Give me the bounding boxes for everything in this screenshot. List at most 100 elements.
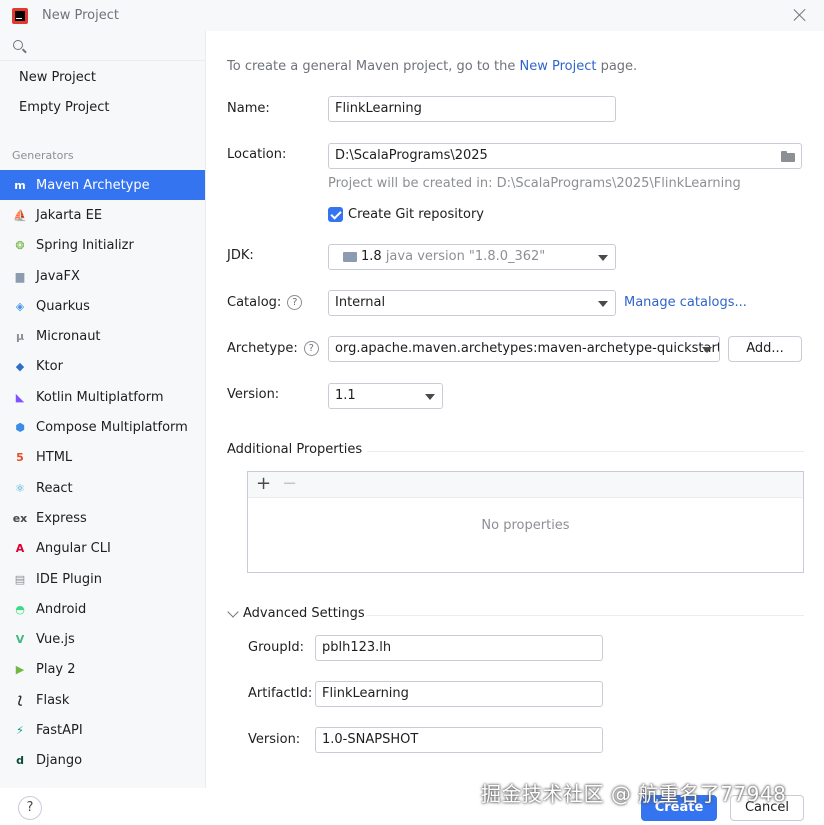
sidebar-item-express[interactable]: ex Express bbox=[0, 503, 205, 533]
sidebar-item-fastapi[interactable]: ⚡ FastAPI bbox=[0, 715, 205, 745]
artifactid-label: ArtifactId: bbox=[248, 686, 313, 701]
jdk-label: JDK: bbox=[227, 248, 254, 263]
sidebar-item-angular-cli[interactable]: A Angular CLI bbox=[0, 534, 205, 564]
chevron-down-icon bbox=[598, 301, 608, 307]
generator-label: Angular CLI bbox=[36, 541, 111, 557]
intro-text: To create a general Maven project, go to… bbox=[227, 59, 637, 74]
generator-label: Android bbox=[36, 601, 87, 617]
sidebar-item-play-2[interactable]: ▶ Play 2 bbox=[0, 655, 205, 685]
archetype-select[interactable]: org.apache.maven.archetypes:maven-archet… bbox=[328, 336, 720, 362]
git-checkbox[interactable] bbox=[328, 207, 343, 222]
divider bbox=[367, 615, 804, 616]
generator-label: Express bbox=[36, 510, 87, 526]
new-project-link[interactable]: New Project bbox=[519, 59, 596, 74]
folder-icon[interactable] bbox=[781, 151, 795, 162]
help-icon[interactable]: ? bbox=[303, 341, 319, 356]
adv-version-field[interactable]: 1.0-SNAPSHOT bbox=[315, 727, 603, 753]
sidebar-item-django[interactable]: d Django bbox=[0, 746, 205, 776]
sidebar-item-quarkus[interactable]: ◈ Quarkus bbox=[0, 291, 205, 321]
sidebar-item-micronaut[interactable]: μ Micronaut bbox=[0, 321, 205, 351]
maven-icon: m bbox=[14, 178, 26, 192]
sidebar-item-spring-initializr[interactable]: ❂ Spring Initializr bbox=[0, 231, 205, 261]
intro-suffix: page. bbox=[596, 59, 638, 74]
play-icon: ▶ bbox=[15, 663, 25, 677]
sidebar-item-compose-multiplatform[interactable]: ⬢ Compose Multiplatform bbox=[0, 412, 205, 442]
jdk-select[interactable]: 1.8 java version "1.8.0_362" bbox=[328, 244, 616, 270]
search-icon bbox=[13, 40, 23, 50]
no-properties-text: No properties bbox=[481, 518, 570, 533]
help-icon[interactable]: ? bbox=[287, 295, 303, 310]
location-value: D:\ScalaPrograms\2025 bbox=[335, 148, 488, 163]
sidebar-item-html[interactable]: 5 HTML bbox=[0, 443, 205, 473]
catalog-select[interactable]: Internal bbox=[328, 290, 616, 316]
name-label: Name: bbox=[227, 101, 270, 116]
watermark: 掘金技术社区 @ 航重名了77948 bbox=[481, 782, 787, 806]
generator-label: Vue.js bbox=[36, 632, 75, 648]
manage-catalogs-link[interactable]: Manage catalogs... bbox=[624, 295, 747, 310]
express-icon: ex bbox=[12, 511, 28, 525]
jdk-folder-icon bbox=[343, 251, 357, 262]
generator-label: Maven Archetype bbox=[36, 177, 150, 193]
groupid-field[interactable]: pblh123.lh bbox=[315, 635, 603, 661]
chevron-down-icon[interactable] bbox=[227, 606, 239, 618]
window-title: New Project bbox=[42, 8, 119, 23]
catalog-label-text: Catalog: bbox=[227, 295, 282, 310]
divider bbox=[367, 451, 804, 452]
generator-label: FastAPI bbox=[36, 722, 83, 738]
quarkus-icon: ◈ bbox=[15, 299, 25, 313]
sidebar-item-new-project[interactable]: New Project bbox=[0, 63, 205, 93]
location-label: Location: bbox=[227, 147, 287, 162]
close-icon[interactable] bbox=[792, 7, 808, 23]
flask-icon: ⟅ bbox=[17, 693, 23, 707]
remove-property-icon[interactable]: − bbox=[282, 473, 297, 494]
generator-label: Spring Initializr bbox=[36, 238, 134, 254]
sidebar-item-vue-js[interactable]: V Vue.js bbox=[0, 624, 205, 654]
catalog-value: Internal bbox=[335, 295, 386, 310]
sidebar-item-javafx[interactable]: ▆ JavaFX bbox=[0, 261, 205, 291]
advanced-settings-toggle[interactable]: Advanced Settings bbox=[243, 606, 365, 621]
title-bar: New Project bbox=[0, 0, 824, 31]
intro-prefix: To create a general Maven project, go to… bbox=[227, 59, 520, 74]
add-property-icon[interactable]: + bbox=[256, 473, 271, 494]
sidebar-item-empty-project[interactable]: Empty Project bbox=[0, 93, 205, 123]
version-value: 1.1 bbox=[335, 388, 356, 403]
archetype-label: Archetype:? bbox=[227, 341, 319, 356]
jdk-version: 1.8 bbox=[361, 249, 382, 264]
generator-label: Django bbox=[36, 753, 83, 769]
git-checkbox-label[interactable]: Create Git repository bbox=[348, 207, 484, 222]
django-icon: d bbox=[16, 754, 24, 768]
chevron-down-icon bbox=[702, 347, 712, 353]
angular-icon: A bbox=[15, 542, 25, 556]
name-field[interactable]: FlinkLearning bbox=[328, 96, 616, 122]
spring-icon: ❂ bbox=[15, 239, 25, 253]
location-field[interactable]: D:\ScalaPrograms\2025 bbox=[328, 143, 802, 169]
react-icon: ⚛ bbox=[15, 481, 25, 495]
sidebar-item-react[interactable]: ⚛ React bbox=[0, 473, 205, 503]
main-panel: To create a general Maven project, go to… bbox=[207, 31, 824, 825]
additional-properties-title: Additional Properties bbox=[227, 442, 363, 457]
generators-list: m Maven Archetype ⛵ Jakarta EE ❂ Spring Initi… bbox=[0, 170, 205, 776]
sidebar-item-ktor[interactable]: ◆ Ktor bbox=[0, 352, 205, 382]
generator-label: Quarkus bbox=[36, 298, 90, 314]
properties-table: + − No properties bbox=[247, 471, 804, 573]
help-button[interactable]: ? bbox=[18, 796, 42, 820]
sidebar-item-android[interactable]: ◓ Android bbox=[0, 594, 205, 624]
version-select[interactable]: 1.1 bbox=[328, 383, 443, 409]
add-archetype-button[interactable]: Add... bbox=[728, 336, 802, 362]
sidebar-search bbox=[0, 31, 205, 61]
search-input[interactable] bbox=[30, 35, 198, 57]
generator-label: Play 2 bbox=[36, 662, 76, 678]
javafx-icon: ▆ bbox=[15, 269, 25, 283]
sidebar-item-ide-plugin[interactable]: ▤ IDE Plugin bbox=[0, 564, 205, 594]
artifactid-field[interactable]: FlinkLearning bbox=[315, 681, 603, 707]
archetype-label-text: Archetype: bbox=[227, 341, 298, 356]
properties-toolbar: + − bbox=[248, 472, 803, 498]
chevron-down-icon bbox=[598, 255, 608, 261]
sidebar-item-jakarta-ee[interactable]: ⛵ Jakarta EE bbox=[0, 200, 205, 230]
sidebar-item-kotlin-multiplatform[interactable]: ◣ Kotlin Multiplatform bbox=[0, 382, 205, 412]
sidebar-item-flask[interactable]: ⟅ Flask bbox=[0, 685, 205, 715]
archetype-value: org.apache.maven.archetypes:maven-archet… bbox=[335, 341, 720, 356]
compose-icon: ⬢ bbox=[15, 421, 25, 435]
sidebar-item-maven-archetype[interactable]: m Maven Archetype bbox=[0, 170, 205, 201]
generators-section-label: Generators bbox=[12, 149, 74, 162]
